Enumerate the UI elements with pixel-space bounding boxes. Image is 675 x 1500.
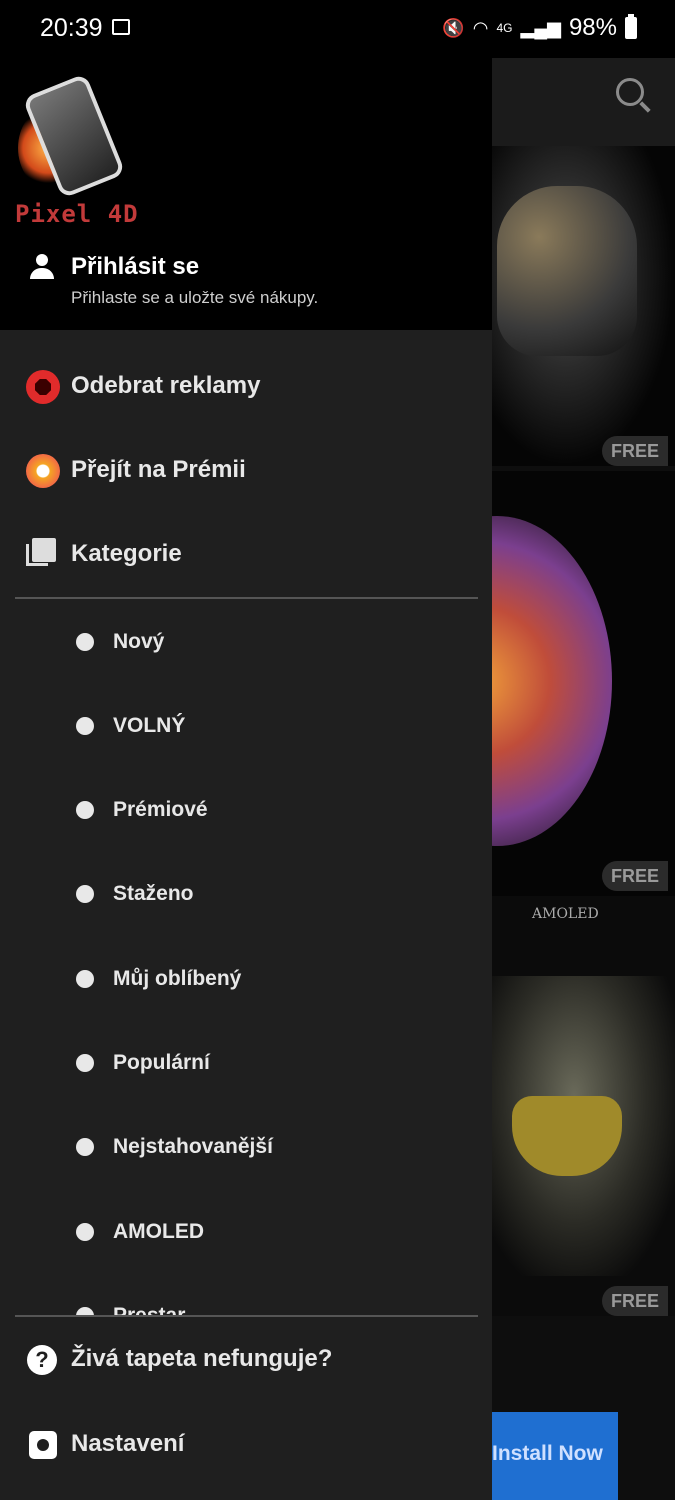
category-label: Můj oblíbený <box>113 967 242 990</box>
search-icon[interactable] <box>616 78 644 106</box>
premium-crown-icon <box>26 454 60 488</box>
menu-go-premium-label: Přejít na Prémii <box>71 456 246 483</box>
category-label: Nejstahovanější <box>113 1135 273 1158</box>
status-icons: 🔇 ◠ 4G ▂▄▆ 98% <box>442 14 637 42</box>
settings-icon <box>29 1431 63 1465</box>
menu-categories[interactable]: Kategorie <box>0 514 492 598</box>
menu-categories-label: Kategorie <box>71 540 182 567</box>
app-logo-text: Pixel 4D <box>15 200 139 228</box>
category-label: Staženo <box>113 882 194 905</box>
free-badge: FREE <box>602 1286 668 1316</box>
category-item[interactable]: Nový <box>0 601 492 685</box>
bullet-icon <box>76 633 94 651</box>
category-label: VOLNÝ <box>113 714 186 737</box>
signin-subtitle: Přihlaste se a uložte své nákupy. <box>71 288 319 307</box>
amoled-label: AMOLED <box>532 906 599 922</box>
wallpaper-card-warrior[interactable] <box>492 896 675 1316</box>
signal-icon: ▂▄▆ <box>520 17 561 38</box>
category-label: AMOLED <box>113 1220 204 1243</box>
menu-remove-ads[interactable]: Odebrat reklamy <box>0 346 492 430</box>
category-item[interactable]: Staženo <box>0 853 492 937</box>
skull-thumbnail <box>497 186 637 356</box>
gallery-notification-icon <box>112 19 130 35</box>
bullet-icon <box>76 1138 94 1156</box>
wallpaper-card-planet[interactable] <box>492 471 675 896</box>
bullet-icon <box>76 970 94 988</box>
menu-wallpaper-help-label: Živá tapeta nefunguje? <box>71 1345 333 1372</box>
battery-level: 98% <box>568 14 617 41</box>
wallpaper-card-skull[interactable] <box>492 146 675 466</box>
bullet-icon <box>76 1054 94 1072</box>
battery-icon <box>625 14 637 39</box>
help-icon: ? <box>27 1345 61 1379</box>
menu-settings-label: Nastavení <box>71 1430 185 1457</box>
person-icon[interactable] <box>29 254 55 280</box>
mute-icon: 🔇 <box>442 17 465 38</box>
status-bar: 20:39 🔇 ◠ 4G ▂▄▆ 98% <box>0 0 675 58</box>
background-app: FREE FREE AMOLED FREE Install Now <box>492 46 675 1500</box>
bullet-icon <box>76 801 94 819</box>
menu-go-premium[interactable]: Přejít na Prémii <box>0 430 492 514</box>
gallery-icon <box>26 538 60 572</box>
drawer-footer: ? Živá tapeta nefunguje? Nastavení <box>0 1315 492 1500</box>
category-item[interactable]: Nejstahovanější <box>0 1106 492 1190</box>
menu-wallpaper-help[interactable]: ? Živá tapeta nefunguje? <box>0 1317 492 1401</box>
category-item[interactable]: Populární <box>0 1022 492 1106</box>
stop-hand-icon <box>26 370 60 404</box>
category-label: Prémiové <box>113 798 208 821</box>
bullet-icon <box>76 717 94 735</box>
navigation-drawer: Pixel 4D Přihlásit se Přihlaste se a ulo… <box>0 0 492 1500</box>
category-item[interactable]: Můj oblíbený <box>0 938 492 1022</box>
network-type: 4G <box>496 21 513 35</box>
wifi-icon: ◠ <box>472 17 489 38</box>
category-label: Populární <box>113 1051 210 1074</box>
category-item[interactable]: AMOLED <box>0 1191 492 1275</box>
category-item[interactable]: VOLNÝ <box>0 685 492 769</box>
app-top-bar <box>492 46 675 146</box>
menu-remove-ads-label: Odebrat reklamy <box>71 372 261 399</box>
app-logo <box>18 73 128 199</box>
signin-title[interactable]: Přihlásit se <box>71 253 199 281</box>
install-now-label: Install Now <box>492 1442 603 1465</box>
divider <box>15 597 478 599</box>
bullet-icon <box>76 885 94 903</box>
planet-thumbnail <box>492 516 612 846</box>
free-badge: FREE <box>602 861 668 891</box>
free-badge: FREE <box>602 436 668 466</box>
clock: 20:39 <box>40 14 103 42</box>
category-label: Nový <box>113 630 165 653</box>
install-now-button[interactable]: Install Now <box>492 1412 618 1500</box>
bullet-icon <box>76 1223 94 1241</box>
menu-settings[interactable]: Nastavení <box>0 1401 492 1485</box>
category-item[interactable]: Prémiové <box>0 769 492 853</box>
